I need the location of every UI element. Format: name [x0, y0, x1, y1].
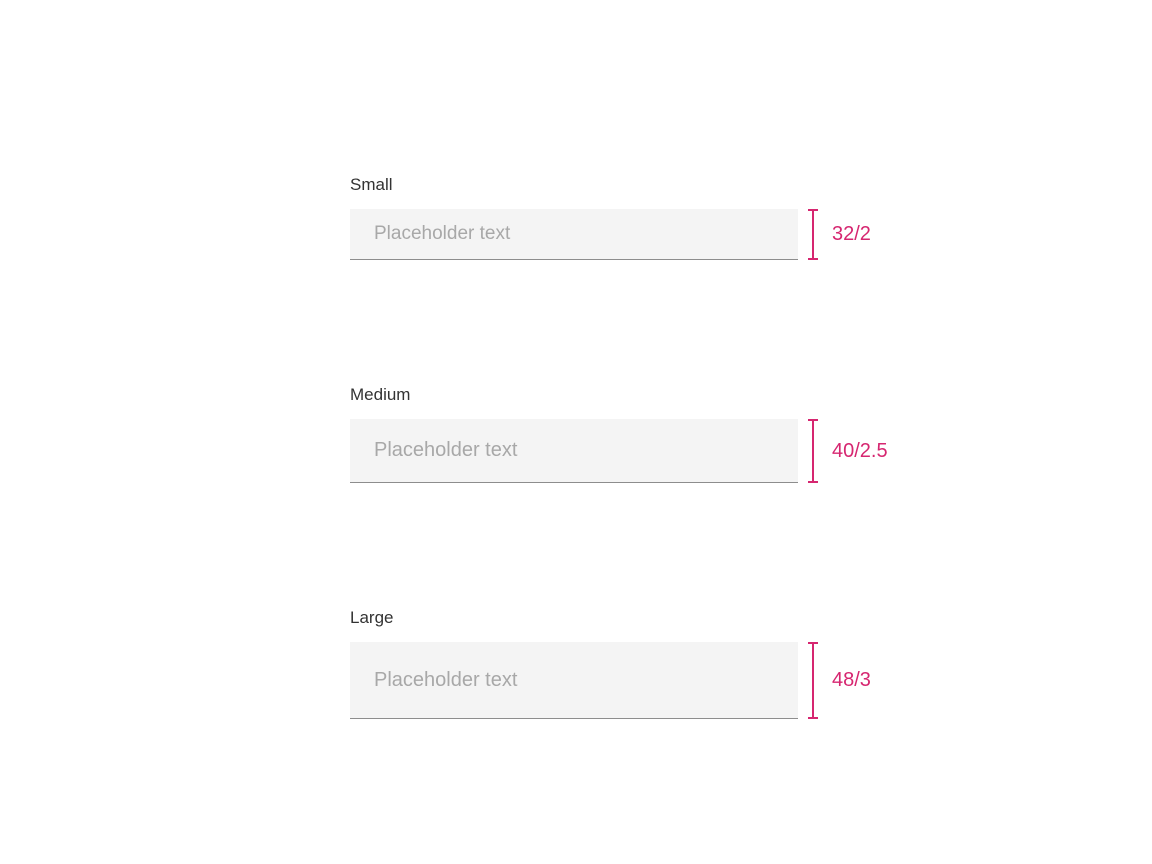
large-input-row: 48/3: [350, 642, 950, 719]
large-text-input[interactable]: [350, 642, 798, 719]
medium-dimension-indicator: 40/2.5: [808, 419, 888, 483]
medium-input-group: Medium 40/2.5: [350, 385, 950, 483]
large-input-label: Large: [350, 608, 950, 628]
medium-input-label: Medium: [350, 385, 950, 405]
small-text-input[interactable]: [350, 209, 798, 260]
small-input-group: Small 32/2: [350, 175, 950, 260]
input-sizes-showcase: Small 32/2 Medium 40/: [350, 175, 950, 719]
small-input-label: Small: [350, 175, 950, 195]
medium-text-input[interactable]: [350, 419, 798, 483]
small-dimension-label: 32/2: [832, 223, 871, 246]
large-input-group: Large 48/3: [350, 608, 950, 719]
small-dimension-indicator: 32/2: [808, 209, 871, 260]
dimension-bracket-icon: [808, 642, 818, 719]
dimension-bracket-icon: [808, 209, 818, 260]
large-dimension-indicator: 48/3: [808, 642, 871, 719]
dimension-bracket-icon: [808, 419, 818, 483]
medium-dimension-label: 40/2.5: [832, 440, 888, 463]
small-input-row: 32/2: [350, 209, 950, 260]
large-dimension-label: 48/3: [832, 669, 871, 692]
medium-input-row: 40/2.5: [350, 419, 950, 483]
